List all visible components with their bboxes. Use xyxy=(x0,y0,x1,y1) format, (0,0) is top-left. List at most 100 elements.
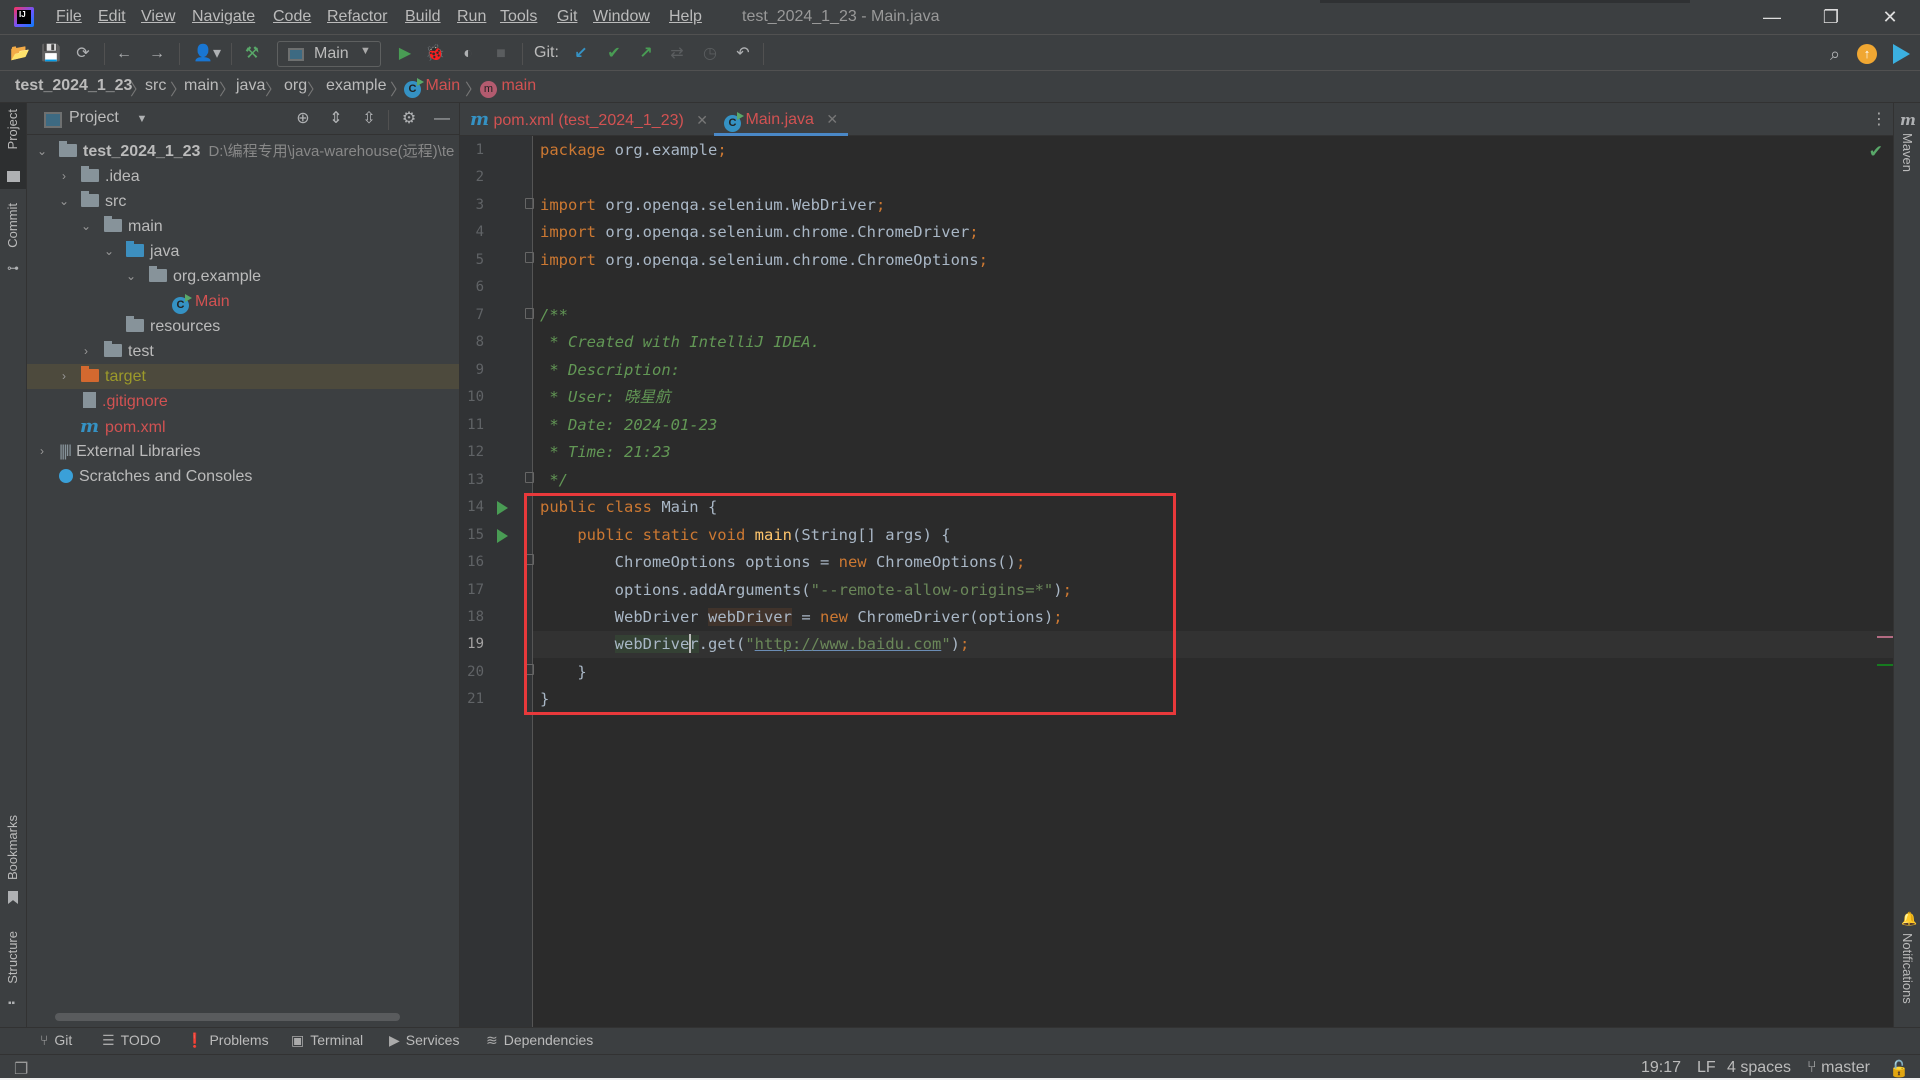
close-tab-icon[interactable]: ✕ xyxy=(826,111,838,127)
git-push-icon[interactable]: ↗ xyxy=(635,43,657,65)
git-history-icon[interactable]: ◷ xyxy=(699,43,721,65)
chevron-right-icon[interactable]: › xyxy=(79,339,93,364)
git-commit-icon[interactable]: ✔ xyxy=(603,43,625,65)
tree-item-idea[interactable]: › .idea xyxy=(27,164,459,189)
save-icon[interactable]: 💾 xyxy=(40,43,62,65)
tree-item-scratches[interactable]: Scratches and Consoles xyxy=(27,464,459,489)
dependencies-tool-button[interactable]: ≋ Dependencies xyxy=(486,1032,593,1049)
menu-file[interactable]: File xyxy=(56,6,82,28)
breadcrumb-method[interactable]: m main xyxy=(480,77,536,98)
toggle-tool-windows-icon[interactable]: ❐ xyxy=(14,1059,28,1079)
breadcrumb-org[interactable]: org xyxy=(284,77,307,95)
chevron-right-icon[interactable]: › xyxy=(57,364,71,389)
git-update-icon[interactable]: ↙ xyxy=(570,43,592,65)
code-with-me-icon[interactable] xyxy=(1893,44,1910,64)
menu-edit[interactable]: Edit xyxy=(98,6,126,28)
restore-button[interactable]: ❐ xyxy=(1808,0,1854,34)
coverage-icon[interactable]: ◐ xyxy=(457,43,479,65)
debug-icon[interactable]: 🐞 xyxy=(424,43,446,65)
problems-tool-button[interactable]: ❗ Problems xyxy=(186,1032,269,1049)
menu-git[interactable]: Git xyxy=(557,6,577,28)
breadcrumb-main[interactable]: main xyxy=(184,77,219,95)
sync-icon[interactable]: ⟳ xyxy=(72,43,94,65)
git-tool-button[interactable]: ⑂ Git xyxy=(40,1032,72,1048)
chevron-down-icon[interactable]: ▼ xyxy=(131,108,153,130)
todo-tool-button[interactable]: ☰ TODO xyxy=(102,1032,161,1049)
fold-icon[interactable] xyxy=(525,308,534,319)
menu-refactor[interactable]: Refactor xyxy=(327,6,387,28)
project-tool-button[interactable]: Project xyxy=(0,103,26,189)
tab-main-java[interactable]: C Main.java ✕ xyxy=(714,103,849,136)
close-tab-icon[interactable]: ✕ xyxy=(696,112,708,128)
run-class-icon[interactable] xyxy=(497,501,508,515)
chevron-down-icon[interactable]: ⌄ xyxy=(124,264,138,289)
menu-build[interactable]: Build xyxy=(405,6,441,28)
search-icon[interactable]: ⌕ xyxy=(1824,43,1846,65)
build-icon[interactable]: ⚒ xyxy=(241,43,263,65)
tree-item-gitignore[interactable]: .gitignore xyxy=(27,389,459,414)
expand-all-icon[interactable]: ⇕ xyxy=(325,108,347,130)
minimize-button[interactable]: — xyxy=(1749,0,1795,34)
tree-item-main[interactable]: ⌄ main xyxy=(27,214,459,239)
caret-position[interactable]: 19:17 xyxy=(1641,1059,1681,1077)
tree-item-src[interactable]: ⌄ src xyxy=(27,189,459,214)
fold-icon[interactable] xyxy=(525,252,534,263)
git-branch-widget[interactable]: ⑂ master xyxy=(1807,1059,1870,1077)
tree-item-main-class[interactable]: C Main xyxy=(27,289,459,314)
user-icon[interactable]: 👤▾ xyxy=(190,43,224,65)
more-options-icon[interactable]: ⋮ xyxy=(1871,109,1887,129)
chevron-down-icon[interactable]: ⌄ xyxy=(35,139,49,164)
breadcrumb-java[interactable]: java xyxy=(236,77,265,95)
indent-setting[interactable]: 4 spaces xyxy=(1727,1059,1791,1077)
tree-item-project-root[interactable]: ⌄ test_2024_1_23 D:\编程专用\java-warehouse(远… xyxy=(27,139,459,164)
tree-item-org-example[interactable]: ⌄ org.example xyxy=(27,264,459,289)
chevron-right-icon[interactable]: › xyxy=(57,164,71,189)
menu-help[interactable]: Help xyxy=(669,6,702,28)
menu-run[interactable]: Run xyxy=(457,6,486,28)
tab-pom-xml[interactable]: m pom.xml (test_2024_1_23) ✕ xyxy=(460,103,718,136)
run-icon[interactable]: ▶ xyxy=(394,43,416,65)
code-editor[interactable]: 1 2 3 4 5 6 7 8 9 10 11 12 13 14 15 16 1… xyxy=(460,136,1893,1027)
horizontal-scrollbar[interactable] xyxy=(55,1013,400,1021)
tree-item-target[interactable]: › target xyxy=(27,364,459,389)
tree-item-resources[interactable]: resources xyxy=(27,314,459,339)
terminal-tool-button[interactable]: ▣ Terminal xyxy=(291,1032,363,1049)
menu-tools[interactable]: Tools xyxy=(500,6,537,28)
tree-item-external-libraries[interactable]: › |||‖ External Libraries xyxy=(27,439,459,464)
hide-panel-icon[interactable]: — xyxy=(431,108,453,130)
run-configuration-select[interactable]: Main ▼ xyxy=(277,41,381,67)
close-button[interactable]: ✕ xyxy=(1867,0,1913,34)
fold-icon[interactable] xyxy=(525,198,534,209)
breadcrumb-src[interactable]: src xyxy=(145,77,166,95)
fold-icon[interactable] xyxy=(525,472,534,483)
open-icon[interactable]: 📂 xyxy=(9,43,31,65)
unlock-icon[interactable]: 🔓 xyxy=(1889,1059,1909,1079)
no-problems-check-icon[interactable]: ✔ xyxy=(1869,142,1883,162)
chevron-right-icon[interactable]: › xyxy=(35,439,49,464)
forward-icon[interactable]: → xyxy=(146,43,168,65)
change-stripe-mark[interactable] xyxy=(1877,664,1893,666)
chevron-down-icon[interactable]: ⌄ xyxy=(79,214,93,239)
git-rollback-icon[interactable]: ↶ xyxy=(732,43,754,65)
git-compare-icon[interactable]: ⇄ xyxy=(666,43,688,65)
menu-window[interactable]: Window xyxy=(593,6,650,28)
menu-view[interactable]: View xyxy=(141,6,175,28)
project-view-title[interactable]: Project xyxy=(69,109,119,127)
menu-code[interactable]: Code xyxy=(273,6,311,28)
back-icon[interactable]: ← xyxy=(113,43,135,65)
breadcrumb-example[interactable]: example xyxy=(326,77,386,95)
services-tool-button[interactable]: ▶ Services xyxy=(389,1032,459,1049)
collapse-all-icon[interactable]: ⇳ xyxy=(358,108,380,130)
breadcrumb-project[interactable]: test_2024_1_23 xyxy=(15,77,132,95)
stop-icon[interactable]: ■ xyxy=(490,43,512,65)
run-main-icon[interactable] xyxy=(497,529,508,543)
chevron-down-icon[interactable]: ⌄ xyxy=(102,239,116,264)
update-icon[interactable]: ↑ xyxy=(1857,44,1877,64)
line-separator[interactable]: LF xyxy=(1697,1059,1716,1077)
chevron-down-icon[interactable]: ⌄ xyxy=(57,189,71,214)
breadcrumb-class[interactable]: C Main xyxy=(404,77,460,98)
menu-navigate[interactable]: Navigate xyxy=(192,6,255,28)
locate-icon[interactable]: ⊕ xyxy=(292,108,314,130)
tree-item-pom[interactable]: m pom.xml xyxy=(27,414,459,439)
gear-icon[interactable]: ⚙ xyxy=(398,108,420,130)
